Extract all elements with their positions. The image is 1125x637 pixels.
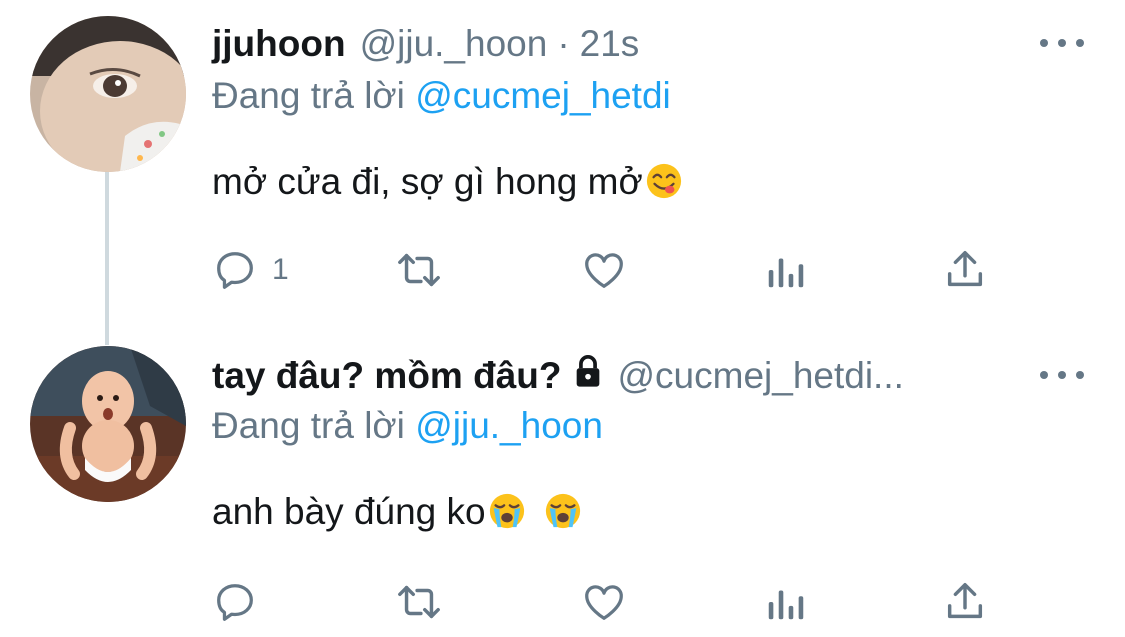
analytics-button[interactable] <box>764 245 808 295</box>
tweet-actions: 1 <box>212 245 1012 295</box>
reply-button[interactable] <box>212 577 272 627</box>
more-icon[interactable] <box>1040 365 1084 385</box>
loudly-crying-emoji <box>489 493 524 529</box>
like-button[interactable] <box>580 245 628 295</box>
tweet-header: tay đâu? mồm đâu? @cucmej_hetdi... <box>212 354 904 398</box>
heart-icon <box>585 585 623 620</box>
display-name[interactable]: jjuhoon <box>212 22 346 66</box>
tweet-text: anh bày đúng ko <box>212 490 582 534</box>
tweet-text: mở cửa đi, sợ gì hong mở <box>212 160 683 204</box>
replying-to: Đang trả lời @jju._hoon <box>212 404 603 448</box>
reply-icon <box>217 252 253 289</box>
share-button[interactable] <box>942 245 988 295</box>
analytics-icon <box>768 258 804 288</box>
retweet-button[interactable] <box>394 577 444 627</box>
separator-dot: · <box>557 23 570 64</box>
tweet-thread: jjuhoon @jju._hoon · 21s Đang trả lời @c… <box>0 0 1125 637</box>
heart-icon <box>585 253 623 288</box>
timestamp[interactable]: 21s <box>580 22 640 66</box>
reply-button[interactable]: 1 <box>212 245 289 295</box>
more-icon[interactable] <box>1040 33 1084 53</box>
reply-icon <box>217 584 253 621</box>
reply-count: 1 <box>272 253 289 286</box>
tweet-actions <box>212 577 1012 627</box>
avatar[interactable] <box>30 346 186 502</box>
retweet-icon <box>398 253 440 287</box>
savoring-food-emoji <box>646 163 681 199</box>
retweet-button[interactable] <box>394 245 444 295</box>
display-name[interactable]: tay đâu? mồm đâu? <box>212 354 561 398</box>
lock-icon <box>577 355 600 387</box>
replying-prefix: Đang trả lời <box>212 75 405 116</box>
retweet-icon <box>398 585 440 619</box>
tweet-header: jjuhoon @jju._hoon · 21s <box>212 22 639 66</box>
analytics-button[interactable] <box>764 577 808 627</box>
replying-to: Đang trả lời @cucmej_hetdi <box>212 74 671 118</box>
avatar[interactable] <box>30 16 186 172</box>
share-button[interactable] <box>942 577 988 627</box>
share-icon <box>947 251 983 287</box>
loudly-crying-emoji <box>545 493 580 529</box>
thread-connector-line <box>105 170 109 345</box>
like-button[interactable] <box>580 577 628 627</box>
analytics-icon <box>768 590 804 620</box>
replying-to-handle[interactable]: @cucmej_hetdi <box>415 75 671 116</box>
tweet-text-content: anh bày đúng ko <box>212 491 486 532</box>
tweet-text-content: mở cửa đi, sợ gì hong mở <box>212 161 643 202</box>
user-handle[interactable]: @jju._hoon <box>360 22 548 66</box>
replying-to-handle[interactable]: @jju._hoon <box>415 405 603 446</box>
replying-prefix: Đang trả lời <box>212 405 405 446</box>
user-handle[interactable]: @cucmej_hetdi... <box>617 354 903 398</box>
share-icon <box>947 583 983 619</box>
